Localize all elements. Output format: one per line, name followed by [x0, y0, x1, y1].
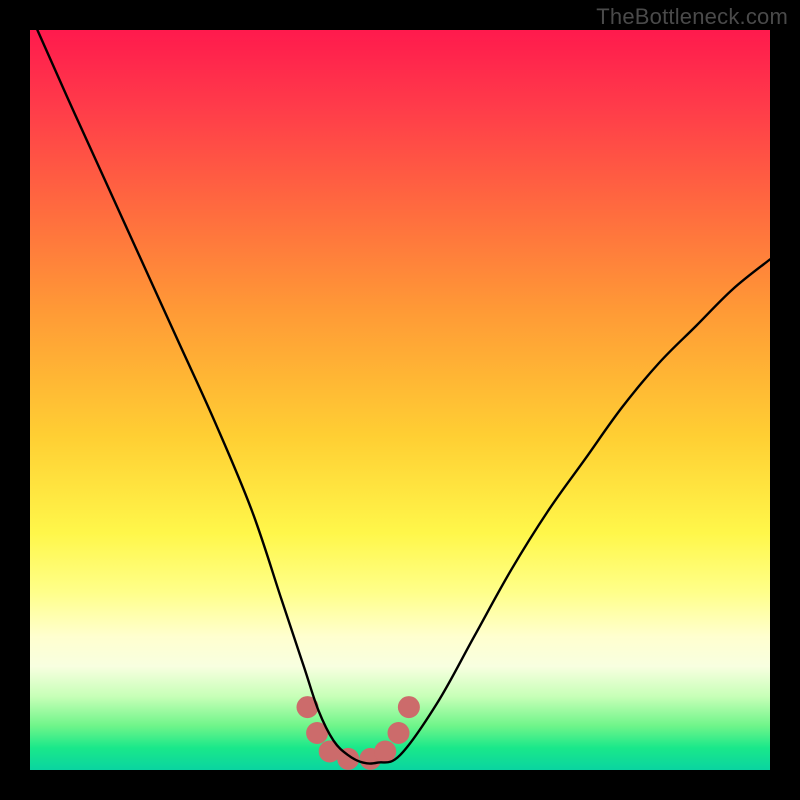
marker-dot	[398, 696, 420, 718]
marker-dot	[388, 722, 410, 744]
marker-dot	[374, 741, 396, 763]
watermark-text: TheBottleneck.com	[596, 4, 788, 30]
bottleneck-curve	[37, 30, 770, 764]
chart-frame: TheBottleneck.com	[0, 0, 800, 800]
chart-svg	[30, 30, 770, 770]
chart-plot-area	[30, 30, 770, 770]
sweet-spot-markers	[297, 696, 420, 770]
